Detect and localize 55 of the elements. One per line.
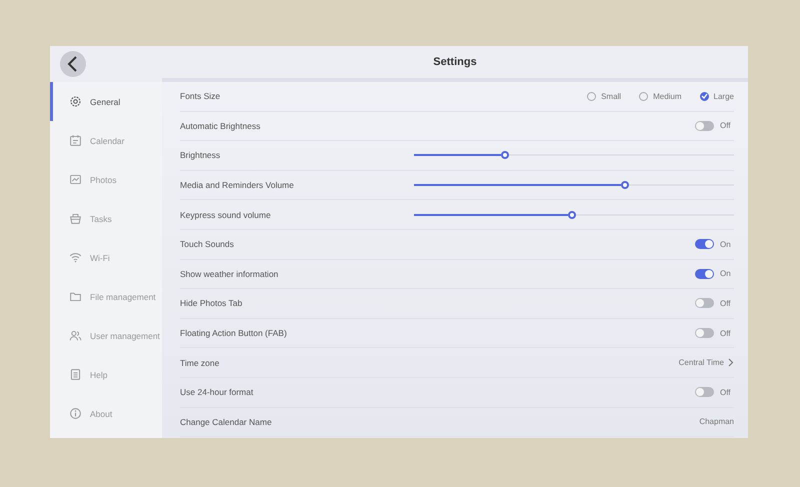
- setting-label: Floating Action Button (FAB): [180, 328, 287, 338]
- toggle-state: Off: [720, 298, 732, 308]
- radio-option[interactable]: Medium: [639, 92, 682, 101]
- chevron-right-icon: [728, 358, 734, 368]
- timezone-link[interactable]: Central Time: [678, 358, 734, 368]
- toggle-switch[interactable]: [695, 298, 714, 308]
- setting-label: Touch Sounds: [180, 239, 234, 250]
- wifi-icon: [69, 251, 82, 264]
- setting-label: Use 24-hour format: [180, 387, 254, 398]
- toggle-switch[interactable]: [695, 328, 714, 338]
- toggle-switch[interactable]: [695, 239, 714, 250]
- back-button[interactable]: [60, 51, 86, 77]
- toggle-state: Off: [720, 388, 732, 397]
- toggle-state: Off: [720, 328, 732, 338]
- toggle-state: On: [720, 269, 732, 278]
- sidebar-item[interactable]: Help: [50, 355, 162, 394]
- basket-icon: [69, 212, 82, 225]
- radio-option[interactable]: Small: [587, 92, 622, 101]
- document-icon: [69, 368, 82, 381]
- sidebar-item[interactable]: Calendar: [50, 121, 162, 160]
- folder-icon: [69, 290, 82, 303]
- sidebar-item[interactable]: Photos: [50, 160, 162, 199]
- slider-thumb[interactable]: [621, 181, 630, 190]
- setting-label: Change Calendar Name: [180, 416, 272, 427]
- toggle-switch[interactable]: [695, 120, 714, 131]
- setting-value[interactable]: Chapman: [699, 417, 734, 426]
- slider-thumb[interactable]: [568, 210, 576, 219]
- sidebar-item[interactable]: User management: [50, 316, 162, 355]
- toggle-switch[interactable]: [695, 268, 714, 279]
- setting-label: Brightness: [180, 150, 220, 160]
- setting-label: Media and Reminders Volume: [180, 180, 294, 190]
- slider-thumb[interactable]: [501, 151, 510, 160]
- users-icon: [69, 329, 82, 342]
- sidebar-item[interactable]: About: [50, 394, 162, 433]
- calendar-icon: [69, 134, 82, 147]
- radio-circle[interactable]: [700, 92, 709, 101]
- image-icon: [69, 173, 82, 186]
- setting-label: Keypress sound volume: [180, 210, 271, 220]
- info-icon: [69, 407, 82, 420]
- page-title: Settings: [433, 56, 477, 68]
- radio-circle[interactable]: [587, 92, 596, 101]
- sidebar-item[interactable]: Wi-Fi: [50, 238, 162, 277]
- toggle-state: On: [720, 240, 732, 249]
- radio-option[interactable]: Large: [700, 92, 734, 101]
- setting-label: Fonts Size: [180, 91, 220, 102]
- setting-label: Hide Photos Tab: [180, 298, 242, 308]
- toggle-state: Off: [720, 121, 732, 130]
- setting-label: Automatic Brightness: [180, 120, 260, 131]
- toggle-switch[interactable]: [695, 387, 714, 398]
- radio-circle[interactable]: [639, 92, 648, 101]
- sidebar-item[interactable]: File management: [50, 277, 162, 316]
- setting-label: Show weather information: [180, 268, 278, 279]
- setting-label: Time zone: [180, 358, 220, 368]
- sidebar-item[interactable]: Tasks: [50, 199, 162, 238]
- gear-icon: [69, 95, 82, 108]
